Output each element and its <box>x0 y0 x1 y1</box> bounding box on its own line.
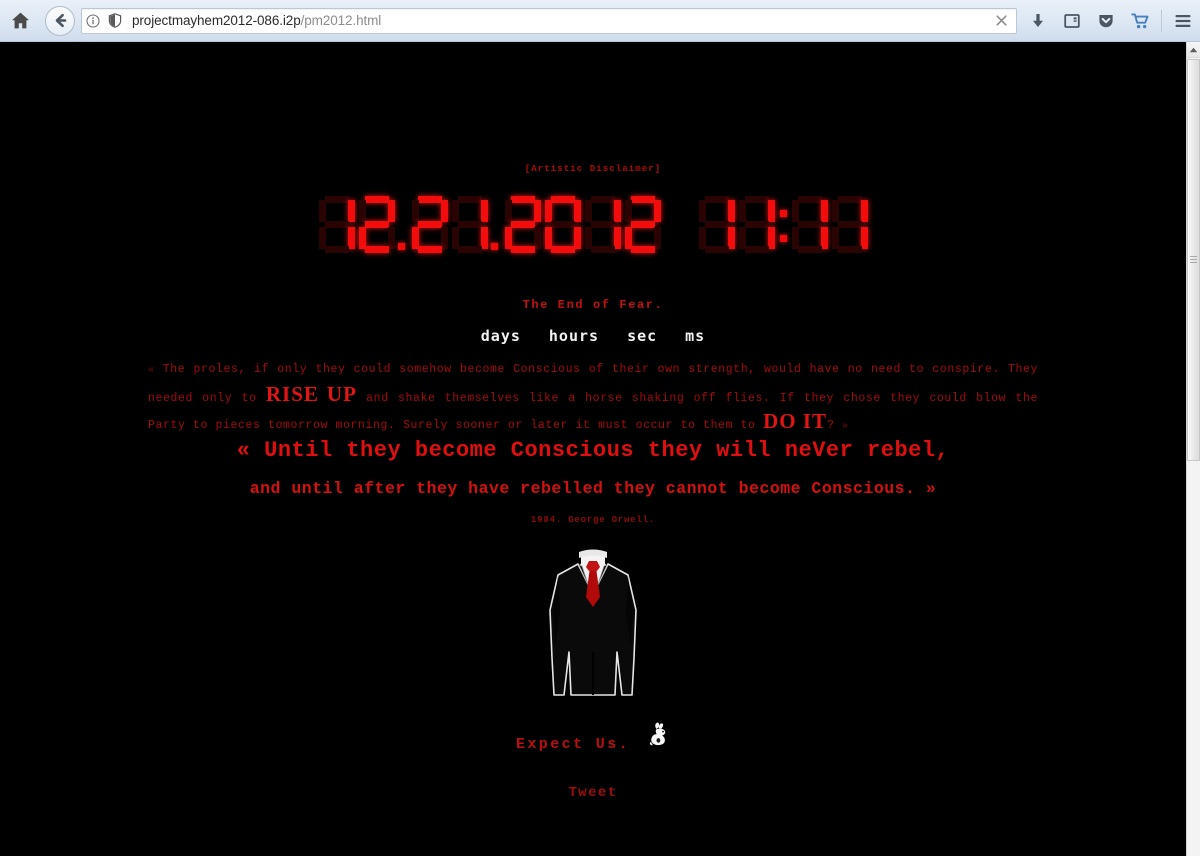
quote-line-1: « Until they become Conscious they will … <box>236 438 950 463</box>
led-digit <box>504 196 542 254</box>
browser-toolbar: projectmayhem2012-086.i2p/pm2012.html <box>0 0 1200 42</box>
led-digit <box>544 196 582 254</box>
scrollbar-thumb[interactable] <box>1187 59 1200 461</box>
shield-icon <box>108 13 122 28</box>
led-digit <box>831 196 869 254</box>
quote-line-2: and until after they have rebelled they … <box>249 479 937 498</box>
led-digit <box>698 196 736 254</box>
scrollbar-track[interactable] <box>1187 462 1200 856</box>
quote-attribution: 1984. George Orwell. <box>530 515 656 525</box>
cart-button[interactable] <box>1123 4 1157 38</box>
open-guillemet: « <box>148 365 155 376</box>
hamburger-menu-icon <box>1175 14 1191 27</box>
orwell-paragraph: « The proles, if only they could somehow… <box>148 358 1038 439</box>
tagline: The End of Fear. <box>522 298 664 312</box>
led-colon-separator <box>777 196 790 254</box>
unit-label-sec: sec <box>627 327 658 345</box>
scrollbar-grip <box>1190 256 1197 264</box>
browser-viewport: [Artistic Disclaimer] The End of Fear. d… <box>0 42 1200 856</box>
downloads-button[interactable] <box>1021 4 1055 38</box>
led-digit <box>318 196 356 254</box>
url-text[interactable]: projectmayhem2012-086.i2p/pm2012.html <box>126 13 986 28</box>
address-bar[interactable]: projectmayhem2012-086.i2p/pm2012.html <box>81 7 1017 34</box>
back-button[interactable] <box>45 5 75 36</box>
toolbar-separator <box>1161 9 1162 32</box>
site-identity-button[interactable] <box>82 13 104 28</box>
expect-us-text: Expect Us. <box>515 736 630 753</box>
emphasis-do-it: DO IT <box>763 409 828 433</box>
unit-label-days: days <box>480 327 521 345</box>
window-panel-icon <box>1064 13 1080 28</box>
back-arrow-icon <box>55 13 66 28</box>
anonymous-suit-figure <box>0 548 1186 708</box>
clear-url-button[interactable] <box>986 9 1016 33</box>
led-digit <box>358 196 396 254</box>
page-scrollbar[interactable] <box>1186 42 1200 856</box>
clock-date-group <box>317 196 663 254</box>
led-digit <box>738 196 776 254</box>
rabbit-glyph <box>649 722 666 746</box>
toolbar-buttons <box>1021 0 1200 42</box>
tweet-button[interactable]: Tweet <box>0 783 1186 801</box>
led-digit <box>791 196 829 254</box>
tracking-protection-button[interactable] <box>104 13 126 28</box>
url-path: /pm2012.html <box>300 13 382 28</box>
close-guillemet: » <box>842 421 849 432</box>
chevron-up-icon <box>1189 47 1198 52</box>
close-x-icon <box>995 15 1007 26</box>
download-arrow-icon <box>1033 13 1043 27</box>
unit-label-ms: ms <box>685 327 706 345</box>
url-domain: projectmayhem2012-086.i2p <box>132 13 301 28</box>
led-digit <box>451 196 489 254</box>
clock-time-group <box>697 196 870 254</box>
expect-us-row: Expect Us. <box>0 722 1186 753</box>
home-icon <box>11 12 29 29</box>
home-button[interactable] <box>3 4 37 38</box>
tweet-label[interactable]: Tweet <box>568 785 617 801</box>
emphasis-rise-up: RISE UP <box>265 381 357 406</box>
countdown-clock <box>0 194 1186 256</box>
shopping-cart-icon <box>1130 12 1148 28</box>
reader-view-button[interactable] <box>1055 4 1089 38</box>
led-digit <box>584 196 622 254</box>
white-rabbit-icon <box>648 722 670 751</box>
info-circle-icon <box>86 13 100 28</box>
countdown-unit-labels: days hours sec ms <box>0 327 1186 345</box>
led-digit <box>624 196 662 254</box>
paragraph-part-3: ? <box>827 419 843 432</box>
led-digit <box>411 196 449 254</box>
artistic-disclaimer: [Artistic Disclaimer] <box>524 164 662 174</box>
pocket-button[interactable] <box>1089 4 1123 38</box>
led-dot-separator <box>397 196 410 254</box>
menu-button[interactable] <box>1166 4 1200 38</box>
unit-label-hours: hours <box>548 327 600 345</box>
suit-figure-icon <box>549 549 637 696</box>
scroll-up-button[interactable] <box>1187 42 1200 58</box>
led-dot-separator <box>490 196 503 254</box>
web-page: [Artistic Disclaimer] The End of Fear. d… <box>0 42 1186 856</box>
pocket-shield-icon <box>1099 14 1113 27</box>
